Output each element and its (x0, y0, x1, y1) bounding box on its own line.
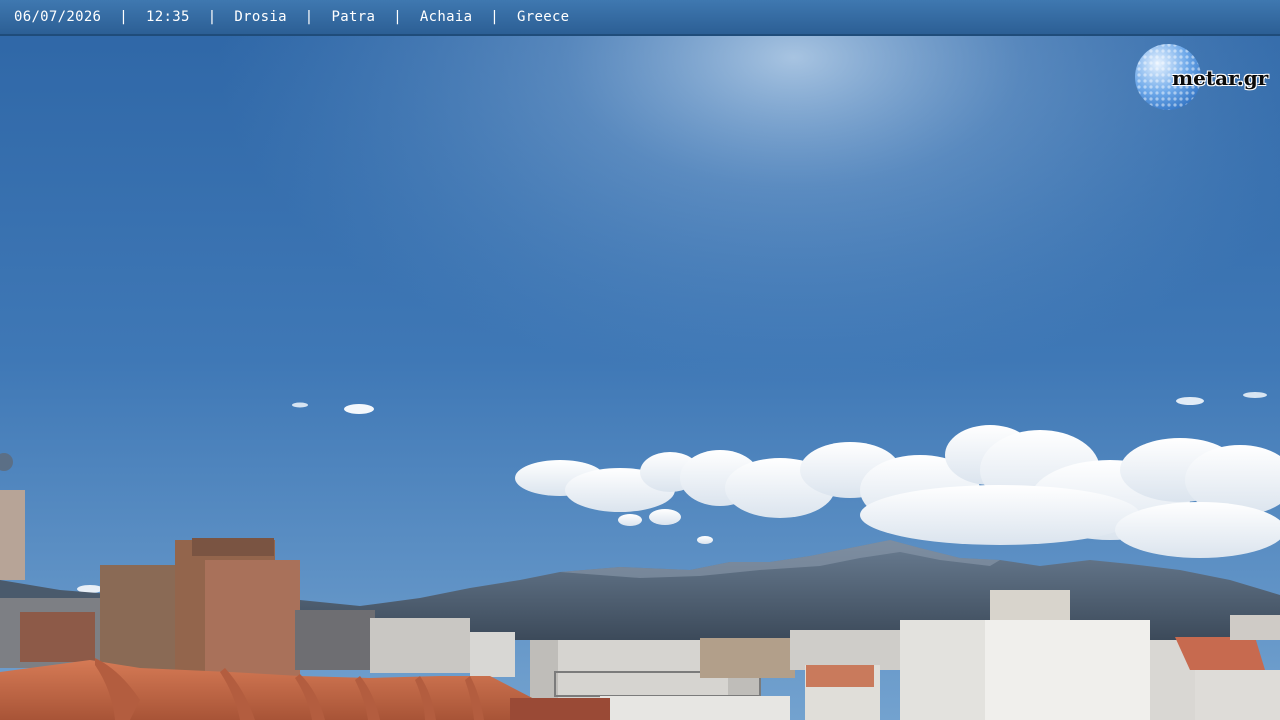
timestamp-location-bar: 06/07/2026 | 12:35 | Drosia | Patra | Ac… (0, 0, 1280, 36)
separator: | (304, 9, 314, 25)
time-label: 12:35 (146, 9, 190, 25)
separator: | (207, 9, 217, 25)
date-label: 06/07/2026 (14, 9, 102, 25)
region-label: Achaia (419, 9, 473, 25)
city-label: Patra (331, 9, 376, 25)
location-label: Drosia (234, 9, 287, 25)
country-label: Greece (517, 9, 570, 25)
separator: | (393, 9, 402, 25)
logo-wordmark: metar.gr (1172, 66, 1269, 90)
separator: | (490, 9, 500, 25)
separator: | (119, 9, 129, 25)
webcam-scene (0, 0, 1280, 720)
